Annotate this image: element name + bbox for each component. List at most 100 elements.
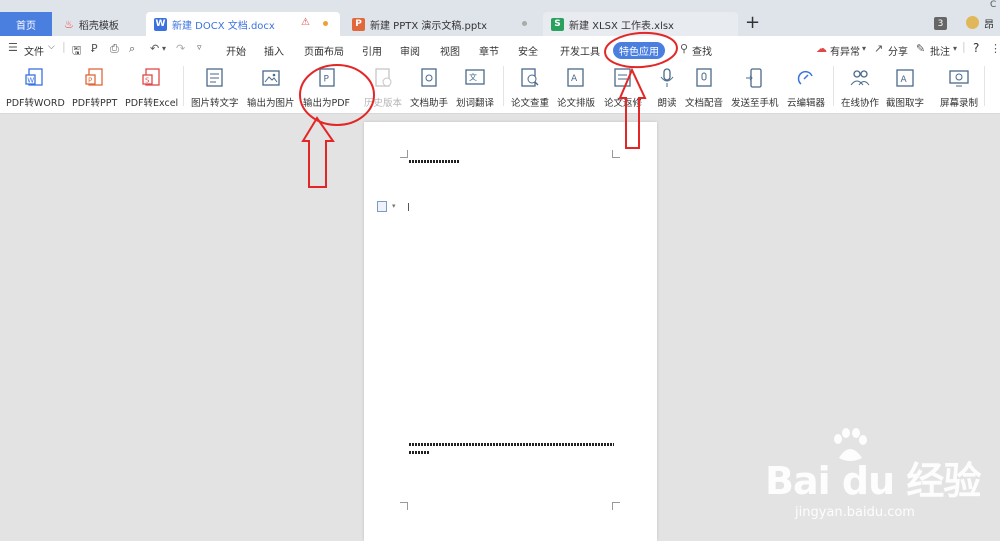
image-to-text-icon	[204, 66, 226, 90]
user-name[interactable]: 昂	[984, 16, 994, 31]
menu-search[interactable]: 查找	[692, 43, 712, 58]
tab-daoke-templates[interactable]: ♨ 稻壳模板	[56, 12, 142, 36]
tab-label: 新建 DOCX 文档.docx	[172, 20, 275, 32]
divider	[984, 66, 985, 106]
avatar[interactable]	[966, 16, 979, 29]
svg-text:文: 文	[469, 72, 477, 82]
menu-bar: ☰ 文件 ⌵ | 🖫 Ꝑ ⎙ ⌕ ↶ ▾ ↷ ▿ 开始 插入 页面布局 引用 审…	[0, 36, 1000, 63]
plagiarism-check-icon	[519, 66, 541, 90]
doc-dubbing-button[interactable]: 文档配音	[685, 66, 723, 109]
menu-start[interactable]: 开始	[226, 43, 246, 58]
document-page[interactable]: ▾	[364, 122, 657, 541]
share-button[interactable]: 分享	[888, 43, 908, 58]
pdf-to-ppt-button[interactable]: P PDF转PPT	[72, 66, 117, 109]
more-icon[interactable]: ⋮	[990, 42, 1000, 55]
corner-text: C	[990, 0, 997, 10]
undo-icon[interactable]: ↶	[150, 42, 159, 55]
menu-page-layout[interactable]: 页面布局	[304, 43, 344, 58]
comment-dropdown-icon[interactable]: ▾	[953, 44, 957, 53]
tab-docx[interactable]: W 新建 DOCX 文档.docx ⚠	[146, 12, 340, 36]
screenshot-ocr-button[interactable]: A 截图取字	[886, 66, 924, 109]
menu-special-apps[interactable]: 特色应用	[613, 42, 665, 59]
paper-revise-button[interactable]: 论文返修	[604, 66, 642, 109]
print-preview-icon[interactable]: ⌕	[129, 42, 135, 56]
pdf-to-word-button[interactable]: W PDF转WORD	[6, 66, 65, 109]
tab-label: 新建 PPTX 演示文稿.pptx	[370, 20, 488, 32]
image-to-text-button[interactable]: 图片转文字	[191, 66, 239, 109]
export-image-button[interactable]: 输出为图片	[247, 66, 295, 109]
online-collab-button[interactable]: 在线协作	[841, 66, 879, 109]
export-pdf-icon: P	[316, 66, 338, 90]
plagiarism-check-button[interactable]: 论文查重	[511, 66, 549, 109]
paper-layout-icon: A	[565, 66, 587, 90]
new-tab-button[interactable]: +	[745, 13, 760, 33]
window-count-badge[interactable]: 3	[934, 17, 947, 30]
document-text-line	[409, 160, 459, 163]
margin-corner-mark	[400, 150, 408, 158]
chevron-down-icon[interactable]: ⌵	[48, 42, 55, 52]
divider	[833, 66, 834, 106]
history-version-icon	[372, 66, 394, 90]
translate-icon: 文	[464, 66, 486, 90]
history-version-button[interactable]: 历史版本	[364, 66, 402, 109]
menu-insert[interactable]: 插入	[264, 43, 284, 58]
save-icon[interactable]: 🖫	[72, 42, 81, 61]
tab-pptx[interactable]: P 新建 PPTX 演示文稿.pptx	[344, 12, 539, 36]
margin-corner-mark	[612, 502, 620, 510]
menu-section[interactable]: 章节	[479, 43, 499, 58]
comment-button[interactable]: 批注	[930, 43, 950, 58]
send-to-phone-button[interactable]: 发送至手机	[731, 66, 779, 109]
translate-button[interactable]: 文 划词翻译	[456, 66, 494, 109]
screen-record-button[interactable]: 屏幕录制	[940, 66, 978, 109]
menu-file[interactable]: 文件	[24, 43, 44, 58]
paragraph-format-icon[interactable]	[377, 201, 387, 212]
paper-layout-button[interactable]: A 论文排版	[557, 66, 595, 109]
share-icon[interactable]: ↗	[874, 42, 883, 55]
cloud-sync-icon[interactable]: ☁	[816, 42, 827, 55]
annotation-arrow	[301, 116, 335, 188]
menu-developer[interactable]: 开发工具	[560, 43, 600, 58]
paragraph-dropdown-icon[interactable]: ▾	[392, 202, 396, 210]
margin-corner-mark	[400, 502, 408, 510]
cloud-editor-icon	[795, 66, 817, 90]
ribbon-toolbar: W PDF转WORD P PDF转PPT S PDF转Excel 图片转文字 输…	[0, 63, 1000, 114]
hamburger-menu-icon[interactable]: ☰	[8, 41, 18, 54]
svg-text:S: S	[145, 77, 150, 85]
redo-icon[interactable]: ↷	[176, 42, 185, 55]
svg-text:A: A	[571, 74, 578, 84]
pdf-quick-icon[interactable]: Ꝑ	[91, 42, 98, 55]
pdf-to-excel-button[interactable]: S PDF转Excel	[125, 66, 178, 109]
search-icon[interactable]: ⚲	[680, 42, 688, 55]
sync-status[interactable]: 有异常	[830, 43, 860, 58]
document-text-line	[409, 451, 429, 454]
sync-dropdown-icon[interactable]: ▾	[862, 44, 866, 53]
menu-review[interactable]: 审阅	[400, 43, 420, 58]
online-collab-icon	[849, 66, 871, 90]
svg-text:A: A	[901, 75, 908, 85]
divider: |	[962, 40, 966, 53]
warning-icon[interactable]: ⚠	[301, 17, 310, 28]
svg-text:W: W	[28, 77, 35, 85]
customize-dropdown-icon[interactable]: ▿	[197, 43, 202, 53]
tab-xlsx[interactable]: S 新建 XLSX 工作表.xlsx	[543, 12, 738, 36]
doc-assistant-icon	[418, 66, 440, 90]
comment-icon[interactable]: ✎	[916, 42, 925, 55]
docx-icon: W	[154, 17, 167, 31]
menu-view[interactable]: 视图	[440, 43, 460, 58]
export-pdf-button[interactable]: P 输出为PDF	[303, 66, 350, 109]
send-to-phone-icon	[744, 66, 766, 90]
tab-label: 新建 XLSX 工作表.xlsx	[569, 20, 674, 32]
menu-reference[interactable]: 引用	[362, 43, 382, 58]
pptx-icon: P	[352, 17, 365, 31]
help-button[interactable]: ?	[973, 41, 979, 55]
cloud-editor-button[interactable]: 云编辑器	[787, 66, 825, 109]
pdf-to-word-icon: W	[24, 66, 46, 90]
pdf-to-ppt-icon: P	[84, 66, 106, 90]
margin-corner-mark	[612, 150, 620, 158]
undo-dropdown-icon[interactable]: ▾	[162, 44, 166, 53]
read-aloud-button[interactable]: 朗读	[656, 66, 678, 109]
doc-assistant-button[interactable]: 文档助手	[410, 66, 448, 109]
menu-security[interactable]: 安全	[518, 43, 538, 58]
print-icon[interactable]: ⎙	[110, 42, 119, 56]
tab-home[interactable]: 首页	[0, 12, 52, 36]
